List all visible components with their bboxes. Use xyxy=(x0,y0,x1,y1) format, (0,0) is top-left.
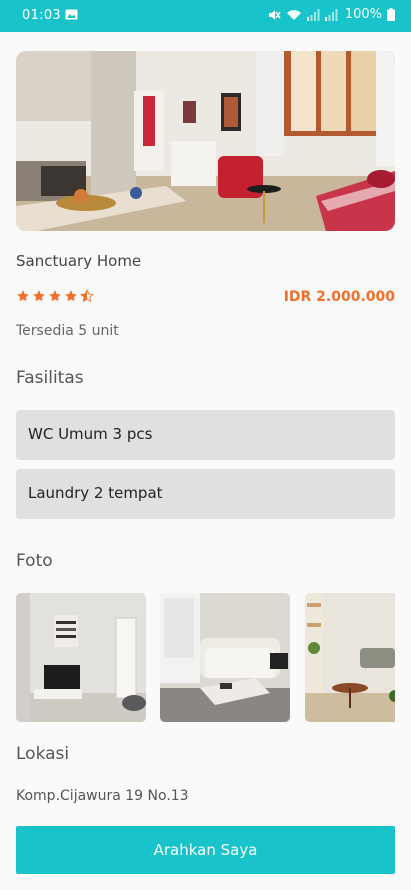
gallery-photo[interactable] xyxy=(16,593,146,722)
listing-price: IDR 2.000.000 xyxy=(283,289,395,305)
dining-room-photo xyxy=(305,593,395,722)
battery-icon xyxy=(387,8,395,21)
wifi-icon xyxy=(286,10,301,20)
mute-icon xyxy=(268,9,281,20)
star-full-icon xyxy=(33,290,45,302)
gallery-icon xyxy=(65,9,78,20)
gallery-photo[interactable] xyxy=(305,593,395,722)
directions-button[interactable]: Arahkan Saya xyxy=(16,826,395,874)
star-full-icon xyxy=(49,290,61,302)
location-title: Lokasi xyxy=(16,744,70,764)
rating-stars xyxy=(16,289,94,303)
facility-item: Laundry 2 tempat xyxy=(16,469,395,519)
star-full-icon xyxy=(17,290,29,302)
status-time: 01:03 xyxy=(22,8,61,23)
status-bar: 01:03 100% xyxy=(0,0,411,32)
gallery-photo[interactable] xyxy=(160,593,290,722)
availability-text: Tersedia 5 unit xyxy=(16,323,119,339)
star-full-icon xyxy=(65,290,77,302)
bedroom-tv-photo xyxy=(16,593,146,722)
facilities-title: Fasilitas xyxy=(16,368,84,388)
living-room-sofa-photo xyxy=(160,593,290,722)
address-text: Komp.Cijawura 19 No.13 xyxy=(16,788,189,804)
hero-image[interactable] xyxy=(16,51,395,231)
battery-percent: 100% xyxy=(344,7,382,22)
listing-title: Sanctuary Home xyxy=(16,252,142,270)
signal-icon xyxy=(306,8,320,21)
signal-icon xyxy=(324,8,338,21)
facility-label: Laundry 2 tempat xyxy=(28,484,163,502)
photos-title: Foto xyxy=(16,551,53,571)
facility-item: WC Umum 3 pcs xyxy=(16,410,395,460)
star-half-icon xyxy=(80,289,94,303)
photo-gallery[interactable] xyxy=(16,593,395,722)
living-room-photo xyxy=(16,51,395,231)
facility-label: WC Umum 3 pcs xyxy=(28,425,153,443)
